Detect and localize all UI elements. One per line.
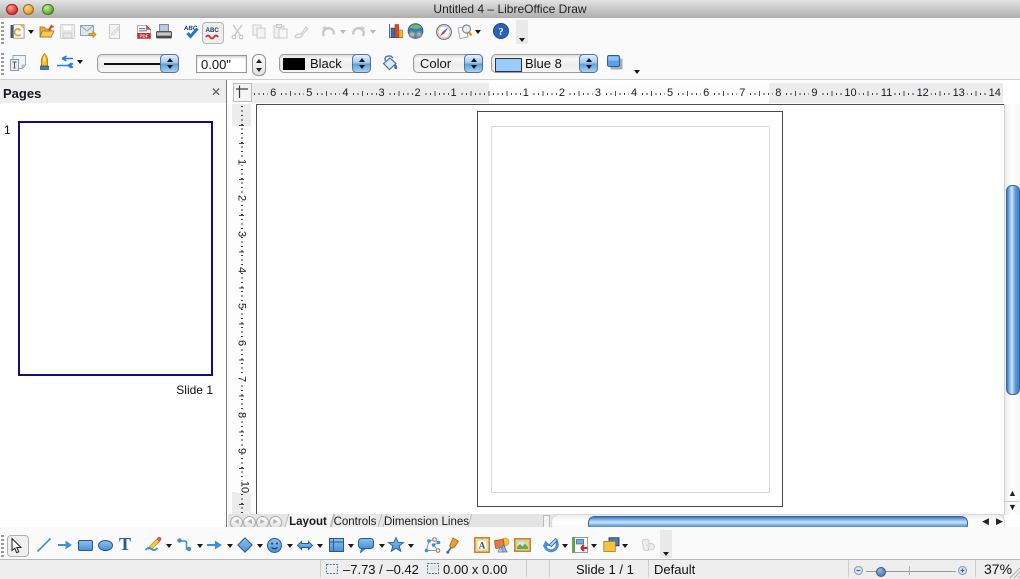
svg-text:A: A bbox=[479, 541, 486, 551]
svg-text:?: ? bbox=[498, 26, 504, 38]
svg-text:ABC: ABC bbox=[206, 27, 220, 34]
svg-text:PDF: PDF bbox=[140, 33, 149, 38]
